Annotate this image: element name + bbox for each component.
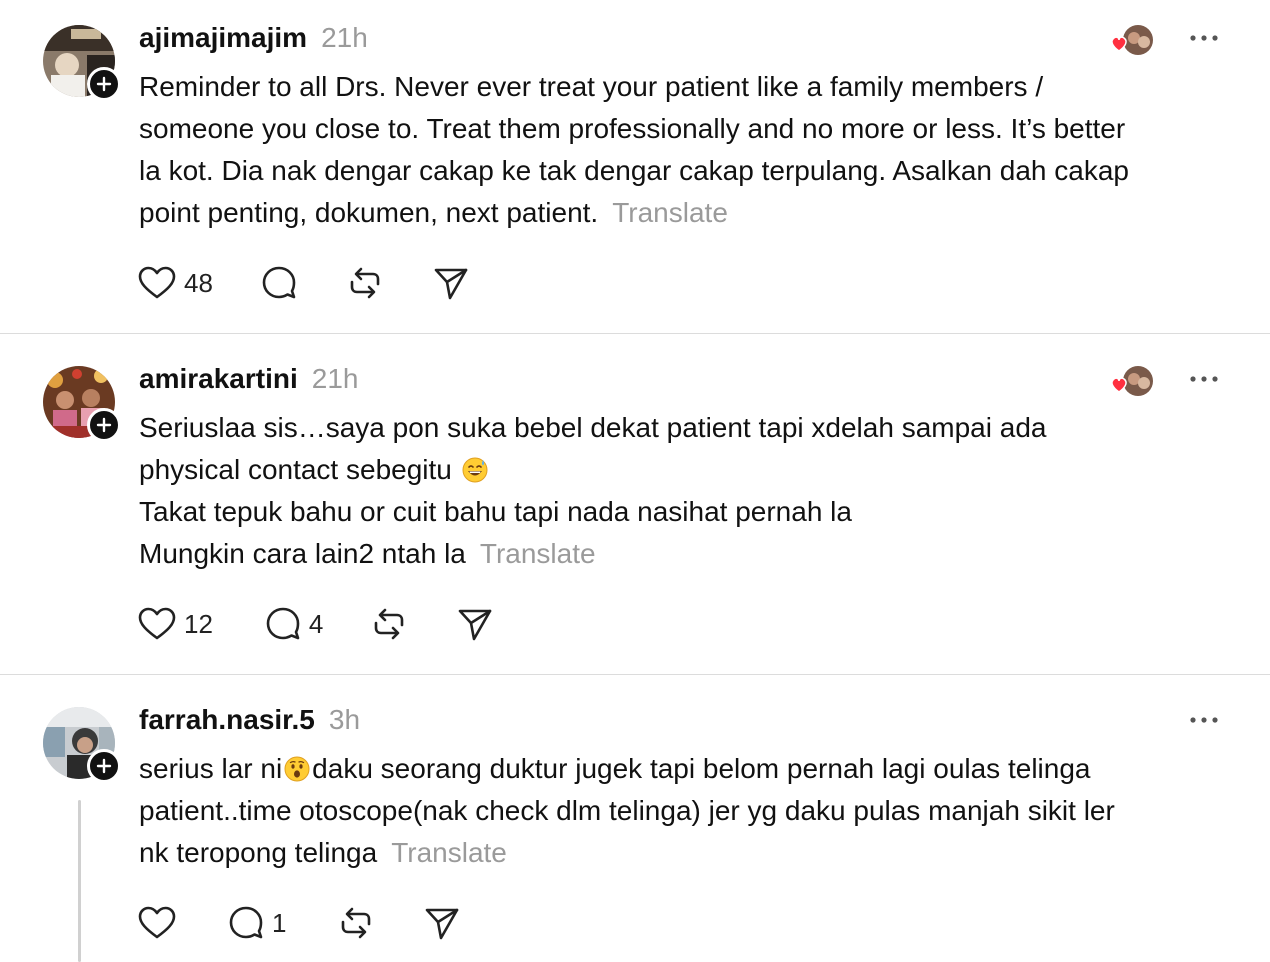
post-text-line: Takat tepuk bahu or cuit bahu tapi nada … [139, 496, 852, 527]
grinning-sweat-emoji [462, 457, 488, 483]
timestamp: 3h [328, 704, 361, 735]
author-avatar-container [43, 25, 121, 101]
like-count: 12 [184, 608, 213, 639]
thread-connector-line [78, 800, 81, 962]
timestamp: 21h [311, 363, 359, 394]
plus-icon [96, 76, 112, 92]
post-ajimajimajim: ajimajimajim 21h Reminder to all Drs. Ne… [0, 0, 1270, 333]
heart-icon [138, 607, 176, 640]
post-text-fragment: daku seorang duktur jugek tapi belom per… [312, 753, 1091, 784]
author-avatar-container [43, 707, 121, 783]
post-text-line: patient..time otoscope(nak check dlm tel… [139, 795, 1115, 826]
post-text-fragment: serius lar ni [139, 753, 283, 784]
username[interactable]: amirakartini [139, 363, 298, 395]
speech-bubble-icon [262, 266, 296, 299]
post-text-fragment: point penting, dokumen, next patient. [139, 197, 599, 228]
liked-by-avatars[interactable] [1108, 363, 1156, 399]
post-header: ajimajimajim 21h [139, 22, 368, 56]
post-text: Reminder to all Drs. Never ever treat yo… [139, 66, 1239, 234]
share-button[interactable] [433, 265, 469, 301]
username[interactable]: ajimajimajim [139, 22, 307, 54]
liked-heart-icon [1111, 377, 1127, 393]
like-button[interactable] [138, 906, 184, 940]
reply-button[interactable]: 1 [228, 905, 286, 941]
post-text-line: la kot. Dia nak dengar cakap ke tak deng… [139, 155, 1129, 186]
follow-button[interactable] [87, 67, 121, 101]
heart-icon [138, 906, 176, 939]
post-text-fragment: Mungkin cara lain2 ntah la [139, 538, 466, 569]
post-text: Seriuslaa sis…saya pon suka bebel dekat … [139, 407, 1239, 575]
reply-count: 4 [308, 608, 324, 639]
liked-by-avatars[interactable] [1108, 22, 1156, 58]
post-farrah-nasir-5: farrah.nasir.5 3h serius lar ni daku seo… [0, 675, 1270, 962]
post-text-line-last: point penting, dokumen, next patient. Tra… [139, 192, 1239, 234]
speech-bubble-icon [266, 607, 300, 640]
more-horizontal-icon [1190, 376, 1218, 382]
hushed-face-emoji [284, 756, 310, 782]
more-options-button[interactable] [1186, 710, 1222, 730]
author-avatar-container [43, 366, 121, 442]
more-horizontal-icon [1190, 717, 1218, 723]
post-header: amirakartini 21h [139, 363, 358, 397]
follow-button[interactable] [87, 408, 121, 442]
liked-heart-icon [1111, 36, 1127, 52]
post-text-line: serius lar ni daku seorang duktur jugek … [139, 748, 1239, 790]
like-button[interactable]: 48 [138, 266, 213, 300]
reply-button[interactable]: 4 [265, 606, 323, 642]
action-bar: 12 4 [138, 604, 493, 644]
timestamp: 21h [321, 22, 368, 53]
repost-icon [350, 267, 380, 299]
translate-link[interactable]: Translate [391, 837, 507, 868]
post-text-line: physical contact sebegitu [139, 449, 1239, 491]
more-options-button[interactable] [1186, 28, 1222, 48]
action-bar: 48 [138, 263, 469, 303]
share-button[interactable] [457, 606, 493, 642]
share-button[interactable] [424, 905, 460, 941]
send-icon [426, 908, 459, 940]
follow-button[interactable] [87, 749, 121, 783]
post-text-fragment: physical contact sebegitu [139, 454, 452, 485]
more-options-button[interactable] [1186, 369, 1222, 389]
username[interactable]: farrah.nasir.5 [139, 704, 315, 736]
repost-button[interactable] [338, 905, 374, 941]
repost-button[interactable] [371, 606, 407, 642]
like-button[interactable]: 12 [138, 607, 213, 641]
post-amirakartini: amirakartini 21h Seriuslaa sis…saya pon … [0, 334, 1270, 674]
action-bar: 1 [138, 903, 460, 943]
send-icon [434, 268, 468, 300]
plus-icon [96, 417, 112, 433]
post-text: serius lar ni daku seorang duktur jugek … [139, 748, 1239, 874]
plus-icon [96, 758, 112, 774]
speech-bubble-icon [229, 906, 263, 939]
post-text-line: Reminder to all Drs. Never ever treat yo… [139, 71, 1044, 102]
like-count: 48 [184, 267, 213, 298]
post-text-line: someone you close to. Treat them profess… [139, 113, 1126, 144]
translate-link[interactable]: Translate [480, 538, 596, 569]
repost-button[interactable] [347, 265, 383, 301]
post-text-fragment: nk teropong telinga [139, 837, 378, 868]
repost-icon [375, 608, 404, 640]
heart-icon [138, 266, 176, 299]
more-horizontal-icon [1190, 35, 1218, 41]
post-text-line-last: nk teropong telinga Translate [139, 832, 1239, 874]
send-icon [459, 609, 492, 641]
post-header: farrah.nasir.5 3h [139, 704, 360, 738]
post-text-line-last: Mungkin cara lain2 ntah la Translate [139, 533, 1239, 575]
translate-link[interactable]: Translate [612, 197, 728, 228]
repost-icon [342, 907, 371, 939]
reply-button[interactable] [261, 265, 297, 301]
reply-count: 1 [272, 907, 287, 938]
post-text-line: Seriuslaa sis…saya pon suka bebel dekat … [139, 412, 1047, 443]
